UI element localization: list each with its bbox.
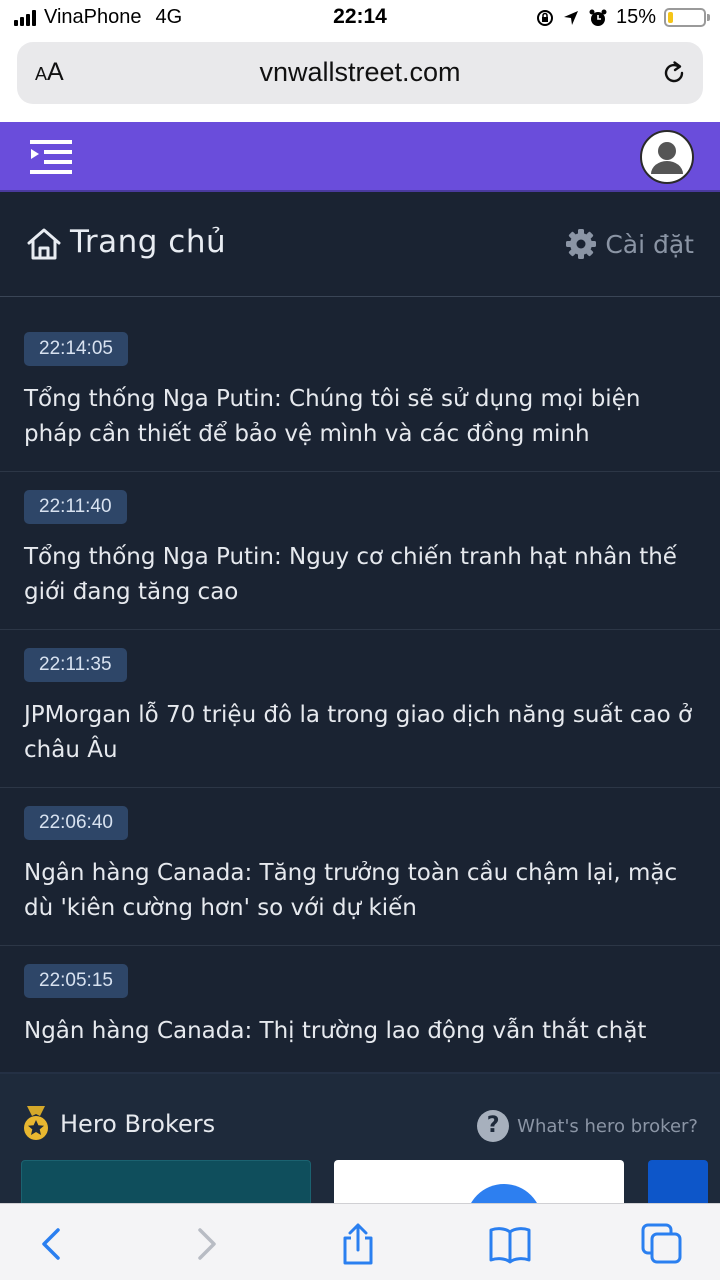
address-bar[interactable]: AA vnwallstreet.com <box>17 42 703 104</box>
help-icon: ? <box>477 1110 510 1142</box>
settings-label: Cài đặt <box>605 229 694 259</box>
news-headline[interactable]: Tổng thống Nga Putin: Nguy cơ chiến tran… <box>24 540 704 610</box>
news-item[interactable]: 22:11:40 Tổng thống Nga Putin: Nguy cơ c… <box>0 472 720 630</box>
profile-icon <box>651 142 683 174</box>
news-list: 22:14:05 Tổng thống Nga Putin: Chúng tôi… <box>0 314 720 1071</box>
status-bar-right: 15% <box>536 6 710 29</box>
share-icon[interactable] <box>336 1222 380 1266</box>
browser-address-area: AA vnwallstreet.com <box>0 36 720 122</box>
menu-icon[interactable] <box>30 138 74 176</box>
network-type: 4G <box>155 6 183 28</box>
news-item[interactable]: 22:11:35 JPMorgan lỗ 70 triệu đô la tron… <box>0 630 720 788</box>
alarm-icon <box>589 9 607 26</box>
back-icon[interactable] <box>30 1222 74 1266</box>
hero-brokers-section: Hero Brokers ? What's hero broker? <box>0 1072 720 1203</box>
orientation-lock-icon <box>536 9 553 26</box>
news-headline[interactable]: Tổng thống Nga Putin: Chúng tôi sẽ sử dụ… <box>24 382 704 452</box>
text-size-small: A <box>35 64 48 84</box>
broker-card[interactable] <box>334 1160 624 1203</box>
time-badge: 22:11:35 <box>24 648 127 682</box>
home-icon[interactable] <box>26 226 62 262</box>
status-bar-left: VinaPhone 4G <box>14 6 182 29</box>
news-item[interactable]: 22:05:15 Ngân hàng Canada: Thị trường la… <box>0 946 720 1071</box>
broker-logo <box>466 1184 542 1203</box>
text-size-large: A <box>47 58 64 86</box>
url-text: vnwallstreet.com <box>259 57 461 87</box>
hero-broker-help[interactable]: ? What's hero broker? <box>477 1110 698 1142</box>
medal-icon <box>24 1106 48 1140</box>
news-item[interactable]: 22:14:05 Tổng thống Nga Putin: Chúng tôi… <box>0 314 720 472</box>
broker-card[interactable] <box>648 1160 708 1203</box>
hero-brokers-title: Hero Brokers <box>60 1110 216 1138</box>
page-heading: Trang chủ Cài đặt <box>0 192 720 297</box>
bookmarks-icon[interactable] <box>488 1222 532 1266</box>
news-headline[interactable]: JPMorgan lỗ 70 triệu đô la trong giao dị… <box>24 698 704 768</box>
news-item[interactable]: 22:06:40 Ngân hàng Canada: Tăng trưởng t… <box>0 788 720 946</box>
broker-card[interactable] <box>21 1160 311 1203</box>
time-badge: 22:06:40 <box>24 806 128 840</box>
browser-toolbar <box>0 1203 720 1280</box>
battery-fill <box>668 12 674 23</box>
reload-icon[interactable] <box>659 58 689 88</box>
battery-icon <box>664 8 710 27</box>
profile-button[interactable] <box>640 130 694 184</box>
forward-icon[interactable] <box>184 1222 228 1266</box>
page-title[interactable]: Trang chủ <box>70 224 226 260</box>
settings-button[interactable]: Cài đặt <box>565 228 694 260</box>
status-bar: VinaPhone 4G 22:14 15% <box>0 0 720 36</box>
time-badge: 22:14:05 <box>24 332 128 366</box>
time-badge: 22:11:40 <box>24 490 127 524</box>
news-headline[interactable]: Ngân hàng Canada: Thị trường lao động vẫ… <box>24 1014 704 1049</box>
location-icon <box>563 10 578 25</box>
signal-icon <box>14 9 36 26</box>
text-size-button[interactable]: AA <box>35 58 64 87</box>
gear-icon <box>566 229 597 259</box>
news-headline[interactable]: Ngân hàng Canada: Tăng trưởng toàn cầu c… <box>24 856 704 926</box>
site-header <box>0 122 720 192</box>
hero-broker-help-link[interactable]: What's hero broker? <box>517 1116 698 1137</box>
carrier-name: VinaPhone <box>44 6 142 28</box>
time-badge: 22:05:15 <box>24 964 128 998</box>
tabs-icon[interactable] <box>640 1222 684 1266</box>
battery-percent: 15% <box>615 6 656 28</box>
